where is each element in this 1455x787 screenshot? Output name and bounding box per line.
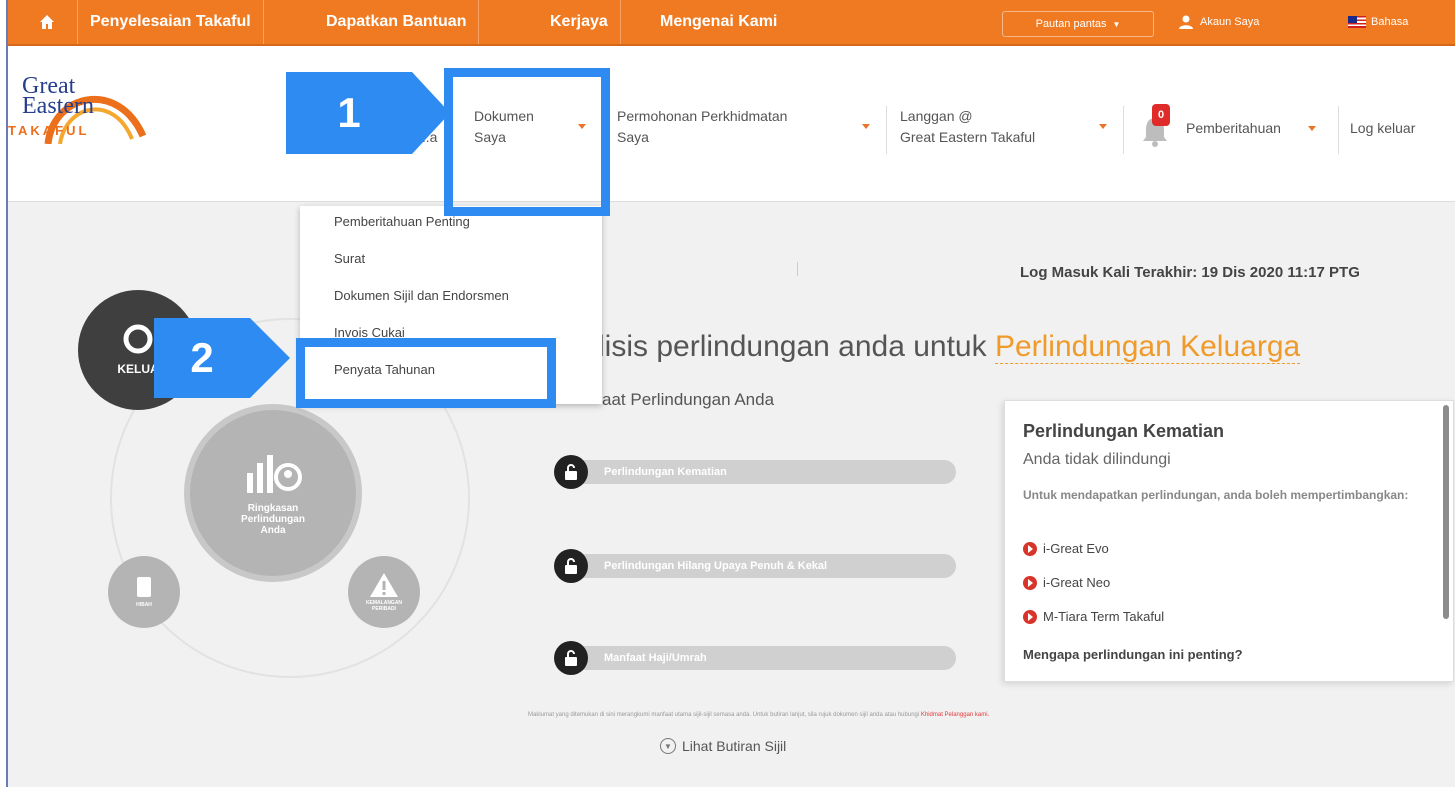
nav-kerjaya[interactable]: Kerjaya (538, 0, 621, 44)
main-header: Great Eastern TAKAFUL ...o ...a Dokumen … (8, 46, 1455, 202)
protection-bar-kematian[interactable]: Perlindungan Kematian (556, 460, 956, 484)
highlight-box-step2 (296, 338, 556, 408)
chevron-down-icon (862, 124, 870, 129)
callout-step2: 2 (154, 318, 250, 398)
product-name: i-Great Evo (1043, 541, 1109, 556)
notifications-bell[interactable]: 0 (1138, 104, 1178, 150)
nav-divider (886, 106, 887, 154)
language-switch[interactable]: Bahasa (1348, 0, 1408, 44)
product-name: M-Tiara Term Takaful (1043, 609, 1165, 624)
malaysia-flag-icon (1348, 16, 1366, 28)
product-link-m-tiara[interactable]: M-Tiara Term Takaful (1023, 609, 1164, 624)
menu-item-surat[interactable]: Surat (334, 251, 365, 266)
play-circle-icon (1023, 541, 1037, 556)
account-link[interactable]: Akaun Saya (1178, 0, 1259, 44)
protection-bar-haji-umrah[interactable]: Manfaat Haji/Umrah (556, 646, 956, 670)
hibah-label: HIBAH (136, 602, 152, 608)
callout-step1-arrow-icon (412, 72, 450, 154)
language-label: Bahasa (1371, 16, 1409, 28)
chevron-down-icon: ▼ (1112, 19, 1121, 29)
user-icon (1179, 15, 1193, 29)
logout-link[interactable]: Log keluar (1350, 118, 1415, 139)
card-title: Perlindungan Kematian (1023, 421, 1225, 441)
card-why-important[interactable]: Mengapa perlindungan ini penting? (1023, 647, 1243, 662)
logo-text-takaful: TAKAFUL (8, 123, 90, 138)
nav-langgan[interactable]: Langgan @ Great Eastern Takaful (900, 106, 1035, 148)
protection-summary-circle[interactable]: Ringkasan Perlindungan Anda (184, 404, 362, 582)
card-status: Anda tidak dilindungi (1023, 451, 1171, 468)
hidden-text-area (602, 262, 798, 276)
warning-icon (370, 573, 398, 597)
card-scrollbar[interactable] (1443, 405, 1449, 619)
nav-divider (1123, 106, 1124, 154)
personal-accident-circle[interactable]: KEMALANGAN PERIBADI (348, 556, 420, 628)
summary-label-line1: Ringkasan (247, 502, 299, 514)
play-circle-icon (1023, 609, 1037, 624)
hibah-circle[interactable]: HIBAH (108, 556, 180, 628)
family-protection-label: KELUA (117, 362, 159, 376)
analysis-highlight[interactable]: Perlindungan Keluarga (994, 330, 1301, 364)
menu-item-pemberitahuan-penting[interactable]: Pemberitahuan Penting (334, 214, 470, 229)
chart-person-icon (247, 454, 302, 493)
top-navigation-bar: Penyelesaian Takaful Dapatkan Bantuan Ke… (8, 0, 1455, 46)
view-certificate-details[interactable]: ▼ Lihat Butiran Sijil (660, 738, 786, 754)
product-link-i-great-evo[interactable]: i-Great Evo (1023, 541, 1109, 556)
accident-label-line2: PERIBADI (372, 606, 396, 612)
customer-service-link[interactable]: Khidmat Pelanggan kami. (921, 712, 989, 718)
nav-divider (1338, 106, 1339, 154)
browser-frame: Penyelesaian Takaful Dapatkan Bantuan Ke… (6, 0, 1455, 787)
great-eastern-takaful-logo[interactable]: Great Eastern TAKAFUL (8, 70, 168, 190)
analysis-prefix: lisis perlindungan anda untuk (598, 330, 995, 363)
lifebuoy-icon (123, 324, 153, 354)
summary-label-line2: Perlindungan (241, 513, 305, 525)
product-name: i-Great Neo (1043, 575, 1111, 590)
highlight-box-step1 (444, 68, 610, 216)
summary-label-line3: Anda (260, 524, 286, 536)
notification-count-badge: 0 (1152, 104, 1170, 126)
disclaimer-body: Maklumat yang ditemukan di sini merangku… (528, 712, 921, 718)
chevron-down-icon (1308, 126, 1316, 131)
play-circle-icon (1023, 575, 1037, 590)
nav-pemberitahuan[interactable]: Pemberitahuan (1186, 118, 1281, 139)
protection-analysis-heading: lisis perlindungan anda untuk Perlindung… (598, 330, 1301, 364)
document-icon (137, 577, 151, 597)
protection-bar-hilang-upaya[interactable]: Perlindungan Hilang Upaya Penuh & Kekal (556, 554, 956, 578)
callout-step1: 1 (286, 72, 412, 154)
logo-text-eastern: Eastern (22, 93, 94, 119)
nav-penyelesaian-takaful[interactable]: Penyelesaian Takaful (78, 0, 264, 44)
nav-permohonan-perkhidmatan[interactable]: Permohonan Perkhidmatan Saya (617, 106, 787, 148)
protection-subheading: aat Perlindungan Anda (602, 390, 775, 409)
nav-langgan-line2: Great Eastern Takaful (900, 129, 1036, 145)
last-login-info: Log Masuk Kali Terakhir: 19 Dis 2020 11:… (1020, 264, 1360, 281)
nav-langgan-line1: Langgan @ (900, 108, 973, 124)
card-description: Untuk mendapatkan perlindungan, anda bol… (1023, 488, 1409, 502)
callout-step2-arrow-icon (250, 318, 290, 398)
quick-links-label: Pautan pantas (1035, 18, 1107, 30)
details-label: Lihat Butiran Sijil (682, 738, 787, 754)
home-button[interactable] (16, 0, 78, 44)
product-link-i-great-neo[interactable]: i-Great Neo (1023, 575, 1110, 590)
nav-mengenai-kami[interactable]: Mengenai Kami (648, 0, 789, 44)
lock-open-icon (554, 455, 588, 489)
account-label: Akaun Saya (1200, 16, 1260, 28)
disclaimer-text: Maklumat yang ditemukan di sini merangku… (528, 712, 989, 718)
protection-info-card: Perlindungan Kematian Anda tidak dilindu… (1004, 400, 1454, 682)
quick-links-dropdown[interactable]: Pautan pantas ▼ (1002, 11, 1154, 37)
nav-permohonan-line2: Saya (617, 129, 649, 145)
lock-open-icon (554, 641, 588, 675)
chevron-down-circle-icon: ▼ (660, 738, 676, 754)
home-icon (39, 15, 54, 29)
chevron-down-icon (1099, 124, 1107, 129)
lock-open-icon (554, 549, 588, 583)
nav-dapatkan-bantuan[interactable]: Dapatkan Bantuan (314, 0, 480, 44)
nav-permohonan-line1: Permohonan Perkhidmatan (617, 108, 788, 124)
menu-item-dokumen-sijil[interactable]: Dokumen Sijil dan Endorsmen (334, 288, 509, 303)
